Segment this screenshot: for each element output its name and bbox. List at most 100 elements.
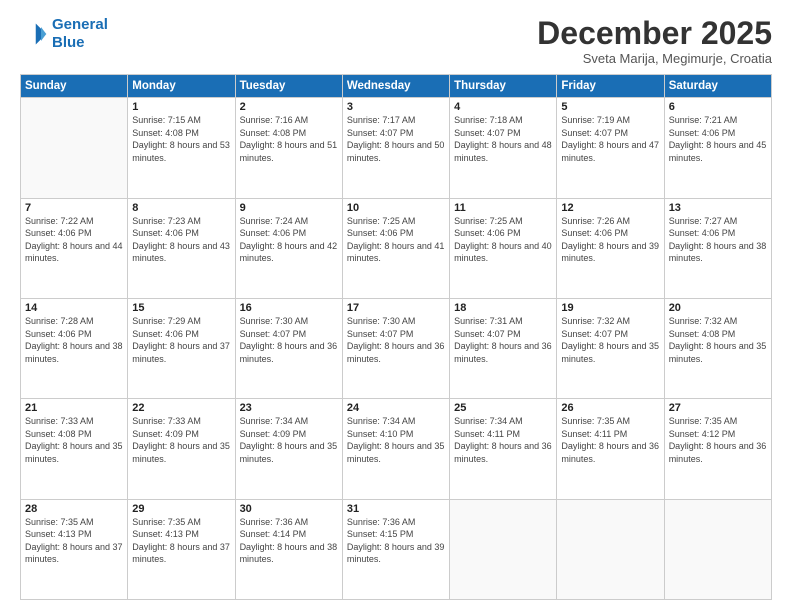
daylight-text: Daylight: 8 hours and 53 minutes. [132, 139, 230, 164]
table-row [557, 499, 664, 599]
day-number: 24 [347, 402, 445, 414]
table-row: 9 Sunrise: 7:24 AM Sunset: 4:06 PM Dayli… [235, 198, 342, 298]
day-number: 17 [347, 302, 445, 314]
sunset-text: Sunset: 4:15 PM [347, 528, 445, 541]
sunset-text: Sunset: 4:14 PM [240, 528, 338, 541]
header: General Blue December 2025 Sveta Marija,… [20, 16, 772, 66]
daylight-text: Daylight: 8 hours and 35 minutes. [347, 440, 445, 465]
day-number: 13 [669, 202, 767, 214]
sunset-text: Sunset: 4:08 PM [240, 127, 338, 140]
sunset-text: Sunset: 4:07 PM [240, 328, 338, 341]
calendar-week-row: 7 Sunrise: 7:22 AM Sunset: 4:06 PM Dayli… [21, 198, 772, 298]
daylight-text: Daylight: 8 hours and 42 minutes. [240, 240, 338, 265]
table-row: 29 Sunrise: 7:35 AM Sunset: 4:13 PM Dayl… [128, 499, 235, 599]
col-thursday: Thursday [450, 75, 557, 98]
day-info: Sunrise: 7:36 AM Sunset: 4:14 PM Dayligh… [240, 516, 338, 566]
daylight-text: Daylight: 8 hours and 36 minutes. [669, 440, 767, 465]
sunset-text: Sunset: 4:06 PM [454, 227, 552, 240]
sunrise-text: Sunrise: 7:32 AM [669, 315, 767, 328]
sunrise-text: Sunrise: 7:27 AM [669, 215, 767, 228]
table-row: 6 Sunrise: 7:21 AM Sunset: 4:06 PM Dayli… [664, 98, 771, 198]
table-row: 18 Sunrise: 7:31 AM Sunset: 4:07 PM Dayl… [450, 298, 557, 398]
page: General Blue December 2025 Sveta Marija,… [0, 0, 792, 612]
calendar-week-row: 28 Sunrise: 7:35 AM Sunset: 4:13 PM Dayl… [21, 499, 772, 599]
day-number: 23 [240, 402, 338, 414]
daylight-text: Daylight: 8 hours and 36 minutes. [454, 340, 552, 365]
col-tuesday: Tuesday [235, 75, 342, 98]
daylight-text: Daylight: 8 hours and 43 minutes. [132, 240, 230, 265]
daylight-text: Daylight: 8 hours and 47 minutes. [561, 139, 659, 164]
daylight-text: Daylight: 8 hours and 35 minutes. [561, 340, 659, 365]
sunrise-text: Sunrise: 7:34 AM [347, 415, 445, 428]
sunrise-text: Sunrise: 7:30 AM [347, 315, 445, 328]
daylight-text: Daylight: 8 hours and 48 minutes. [454, 139, 552, 164]
sunset-text: Sunset: 4:06 PM [25, 328, 123, 341]
table-row: 14 Sunrise: 7:28 AM Sunset: 4:06 PM Dayl… [21, 298, 128, 398]
day-info: Sunrise: 7:30 AM Sunset: 4:07 PM Dayligh… [347, 315, 445, 365]
day-number: 2 [240, 101, 338, 113]
col-monday: Monday [128, 75, 235, 98]
day-info: Sunrise: 7:35 AM Sunset: 4:12 PM Dayligh… [669, 415, 767, 465]
day-info: Sunrise: 7:36 AM Sunset: 4:15 PM Dayligh… [347, 516, 445, 566]
day-number: 6 [669, 101, 767, 113]
title-block: December 2025 Sveta Marija, Megimurje, C… [537, 16, 772, 66]
sunrise-text: Sunrise: 7:30 AM [240, 315, 338, 328]
sunset-text: Sunset: 4:07 PM [347, 328, 445, 341]
daylight-text: Daylight: 8 hours and 39 minutes. [561, 240, 659, 265]
table-row: 5 Sunrise: 7:19 AM Sunset: 4:07 PM Dayli… [557, 98, 664, 198]
day-info: Sunrise: 7:34 AM Sunset: 4:10 PM Dayligh… [347, 415, 445, 465]
table-row: 27 Sunrise: 7:35 AM Sunset: 4:12 PM Dayl… [664, 399, 771, 499]
location: Sveta Marija, Megimurje, Croatia [537, 51, 772, 66]
table-row [21, 98, 128, 198]
sunrise-text: Sunrise: 7:25 AM [347, 215, 445, 228]
sunrise-text: Sunrise: 7:15 AM [132, 114, 230, 127]
daylight-text: Daylight: 8 hours and 38 minutes. [240, 541, 338, 566]
table-row: 19 Sunrise: 7:32 AM Sunset: 4:07 PM Dayl… [557, 298, 664, 398]
sunset-text: Sunset: 4:10 PM [347, 428, 445, 441]
daylight-text: Daylight: 8 hours and 37 minutes. [132, 340, 230, 365]
sunset-text: Sunset: 4:07 PM [347, 127, 445, 140]
table-row: 17 Sunrise: 7:30 AM Sunset: 4:07 PM Dayl… [342, 298, 449, 398]
day-info: Sunrise: 7:33 AM Sunset: 4:08 PM Dayligh… [25, 415, 123, 465]
sunset-text: Sunset: 4:13 PM [25, 528, 123, 541]
day-info: Sunrise: 7:34 AM Sunset: 4:11 PM Dayligh… [454, 415, 552, 465]
sunrise-text: Sunrise: 7:35 AM [561, 415, 659, 428]
day-info: Sunrise: 7:31 AM Sunset: 4:07 PM Dayligh… [454, 315, 552, 365]
sunrise-text: Sunrise: 7:33 AM [25, 415, 123, 428]
day-number: 30 [240, 503, 338, 515]
sunrise-text: Sunrise: 7:21 AM [669, 114, 767, 127]
day-number: 28 [25, 503, 123, 515]
table-row: 3 Sunrise: 7:17 AM Sunset: 4:07 PM Dayli… [342, 98, 449, 198]
table-row: 24 Sunrise: 7:34 AM Sunset: 4:10 PM Dayl… [342, 399, 449, 499]
sunset-text: Sunset: 4:11 PM [561, 428, 659, 441]
day-number: 10 [347, 202, 445, 214]
daylight-text: Daylight: 8 hours and 40 minutes. [454, 240, 552, 265]
sunset-text: Sunset: 4:07 PM [561, 328, 659, 341]
sunrise-text: Sunrise: 7:31 AM [454, 315, 552, 328]
table-row: 1 Sunrise: 7:15 AM Sunset: 4:08 PM Dayli… [128, 98, 235, 198]
table-row [450, 499, 557, 599]
daylight-text: Daylight: 8 hours and 36 minutes. [347, 340, 445, 365]
logo-text: General Blue [52, 16, 108, 52]
day-number: 25 [454, 402, 552, 414]
table-row: 23 Sunrise: 7:34 AM Sunset: 4:09 PM Dayl… [235, 399, 342, 499]
sunrise-text: Sunrise: 7:35 AM [132, 516, 230, 529]
day-number: 8 [132, 202, 230, 214]
table-row: 28 Sunrise: 7:35 AM Sunset: 4:13 PM Dayl… [21, 499, 128, 599]
day-number: 11 [454, 202, 552, 214]
daylight-text: Daylight: 8 hours and 50 minutes. [347, 139, 445, 164]
day-number: 7 [25, 202, 123, 214]
daylight-text: Daylight: 8 hours and 35 minutes. [240, 440, 338, 465]
month-title: December 2025 [537, 16, 772, 51]
table-row: 22 Sunrise: 7:33 AM Sunset: 4:09 PM Dayl… [128, 399, 235, 499]
sunrise-text: Sunrise: 7:22 AM [25, 215, 123, 228]
daylight-text: Daylight: 8 hours and 41 minutes. [347, 240, 445, 265]
sunrise-text: Sunrise: 7:16 AM [240, 114, 338, 127]
sunset-text: Sunset: 4:06 PM [132, 227, 230, 240]
sunset-text: Sunset: 4:08 PM [25, 428, 123, 441]
day-number: 27 [669, 402, 767, 414]
day-number: 3 [347, 101, 445, 113]
day-number: 12 [561, 202, 659, 214]
day-info: Sunrise: 7:29 AM Sunset: 4:06 PM Dayligh… [132, 315, 230, 365]
sunrise-text: Sunrise: 7:26 AM [561, 215, 659, 228]
